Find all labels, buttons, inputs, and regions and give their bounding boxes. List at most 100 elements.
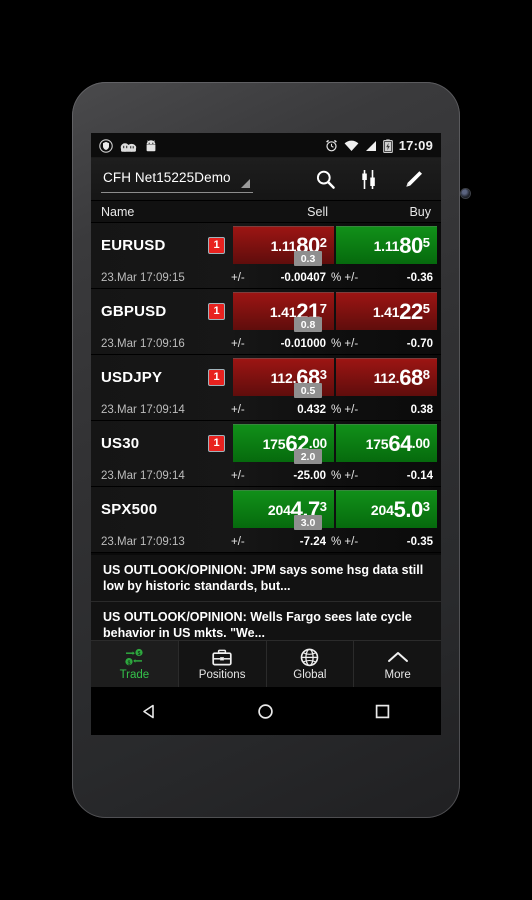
price-suffix: 8 [422,366,430,382]
quote-timestamp: 23.Mar 17:09:16 [101,337,185,350]
price-prefix: 1.41 [269,303,297,320]
quote-timestamp: 23.Mar 17:09:13 [101,535,185,548]
tab-trade-label: Trade [119,669,150,681]
quote-timestamp: 23.Mar 17:09:14 [101,469,185,482]
quote-row-name-area: SPX500 [91,501,233,518]
quote-symbol: SPX500 [101,500,158,518]
price-major: 5.0 [393,496,424,522]
chevron-up-icon [386,647,410,667]
status-bar-clock: 17:09 [398,138,433,153]
recents-button[interactable] [360,688,406,734]
quote-row[interactable]: GBPUSD 1 1.41 21 7 1.41 22 5 0.8 23.Mar 17:09:16 +… [91,289,441,355]
quote-row[interactable]: SPX500 204 4.7 3 204 5.0 3 3.0 23.Mar 17:09:13 +/… [91,487,441,553]
briefcase-icon [211,647,233,667]
change-value: -25.00 [293,469,326,482]
buy-price-button[interactable]: 1.11 80 5 [336,226,437,264]
buy-price-button[interactable]: 112. 68 8 [336,358,437,396]
buy-price-button[interactable]: 1.41 22 5 [336,292,437,330]
quote-row-bottom: 23.Mar 17:09:15 +/- -0.00407% +/- -0.36 [91,267,441,288]
account-selector-dropdown[interactable]: CFH Net15225Demo [101,167,253,193]
quote-lot-badge[interactable]: 1 [208,236,225,254]
price-prefix: 112. [270,369,297,386]
app-toolbar: CFH Net15225Demo [91,158,441,201]
status-bar: 17:09 [91,133,441,158]
wifi-icon [344,140,359,151]
header-sell: Sell [307,205,328,219]
quote-table-header: Name Sell Buy [91,201,441,223]
quote-row-top: GBPUSD 1 1.41 21 7 1.41 22 5 0.8 [91,289,441,333]
quote-row-name-area: US30 1 [91,434,233,452]
price-major: 22 [399,298,423,324]
price-major: 80 [399,232,423,258]
price-suffix: 5 [422,234,430,250]
edit-button[interactable] [401,168,425,192]
percent-change-value: -0.70 [406,337,433,350]
chart-icon [362,170,375,189]
price-prefix: 1.41 [372,303,400,320]
globe-icon [299,647,320,667]
quote-lot-badge[interactable]: 1 [208,368,225,386]
quote-symbol: GBPUSD [101,302,167,320]
price-prefix: 1.11 [270,237,297,254]
front-camera-icon [461,189,470,198]
price-suffix: .00 [411,435,430,451]
bottom-tab-bar: $ $ Trade Positions Global More [91,640,441,687]
circle-icon [258,703,274,719]
svg-text:$: $ [138,651,141,657]
quote-row-top: EURUSD 1 1.11 80 2 1.11 80 5 0.3 [91,223,441,267]
percent-change-label: % +/- [331,469,359,482]
quote-symbol: EURUSD [101,236,166,254]
price-prefix: 1.11 [373,237,400,254]
status-bar-right-icons: 17:09 [325,138,433,153]
change-value: -0.00407 [280,271,326,284]
search-button[interactable] [313,168,337,192]
price-prefix: 175 [365,435,389,452]
battery-charging-icon [382,138,393,153]
spread-badge: 0.5 [294,383,322,398]
change-value: -7.24 [299,535,326,548]
buy-price-button[interactable]: 204 5.0 3 [336,490,437,528]
android-navigation-bar [91,687,441,735]
tab-trade[interactable]: $ $ Trade [91,641,179,687]
quote-row-top: USDJPY 1 112. 68 3 112. 68 8 0.5 [91,355,441,399]
tab-more-label: More [384,669,411,681]
tab-more[interactable]: More [354,641,441,687]
percent-change-label: % +/- [331,271,359,284]
change-value: 0.432 [297,403,326,416]
quote-list: EURUSD 1 1.11 80 2 1.11 80 5 0.3 23.Mar 17:09:15 +… [91,223,441,553]
phone-screen: 17:09 CFH Net15225Demo Name Sell Buy EUR… [91,133,441,735]
spread-badge: 2.0 [294,449,322,464]
quote-row-top: US30 1 175 62.00 175 64.00 2.0 [91,421,441,465]
price-suffix: 7 [319,300,327,316]
tab-positions-label: Positions [198,669,246,681]
quote-row-name-area: USDJPY 1 [91,368,233,386]
change-value: -0.01000 [280,337,326,350]
quote-row[interactable]: US30 1 175 62.00 175 64.00 2.0 23.Mar 17:09:14 +… [91,421,441,487]
buy-price-button[interactable]: 175 64.00 [336,424,437,462]
dropdown-caret-icon [240,178,250,188]
price-suffix: 2 [319,234,327,250]
quote-row-bottom: 23.Mar 17:09:16 +/- -0.01000% +/- -0.70 [91,333,441,354]
quote-row[interactable]: EURUSD 1 1.11 80 2 1.11 80 5 0.3 23.Mar 17:09:15 +… [91,223,441,289]
tab-positions[interactable]: Positions [179,641,267,687]
price-suffix: 3 [422,498,430,514]
news-item[interactable]: US OUTLOOK/OPINION: JPM says some hsg da… [91,555,441,602]
quote-lot-badge[interactable]: 1 [208,302,225,320]
price-suffix: 3 [319,498,327,514]
percent-change-label: % +/- [331,535,359,548]
price-suffix: 5 [422,300,430,316]
price-major: 64 [388,430,412,456]
square-icon [375,704,390,718]
home-button[interactable] [243,688,289,734]
back-button[interactable] [126,688,172,734]
quote-row[interactable]: USDJPY 1 112. 68 3 112. 68 8 0.5 23.Mar 17:09:14 +… [91,355,441,421]
cloud-sync-icon [120,142,137,152]
price-prefix: 112. [373,369,400,386]
quote-lot-badge[interactable]: 1 [208,434,225,452]
percent-change-value: 0.38 [410,403,433,416]
tab-global[interactable]: Global [267,641,355,687]
triangle-left-icon [143,704,154,718]
edit-icon [405,171,422,187]
price-suffix: 3 [319,366,327,382]
chart-button[interactable] [357,168,381,192]
